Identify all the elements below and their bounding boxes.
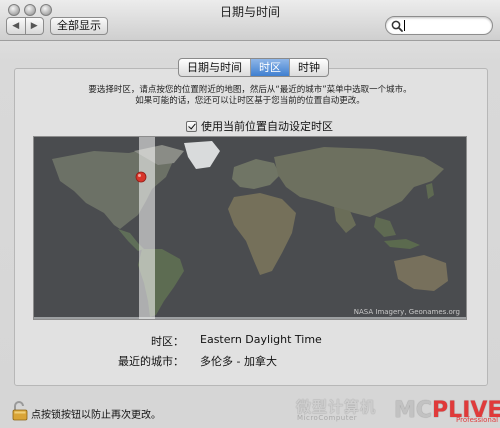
map-credit: NASA Imagery, Geonames.org [353, 308, 460, 316]
location-pin-icon [135, 171, 147, 188]
timezone-label: 时区： [151, 335, 184, 348]
auto-timezone-row[interactable]: 使用当前位置自动设定时区 [186, 118, 333, 134]
date-time-window: 日期与时间 ◀ ▶ 全部显示 日期与时间 时区 时钟 要选择时区，请点按您的位置… [0, 0, 500, 428]
text-cursor [404, 20, 405, 31]
watermark-professional: Professional [456, 416, 499, 424]
auto-timezone-checkbox[interactable] [186, 120, 197, 132]
forward-arrow-icon[interactable]: ▶ [26, 18, 44, 34]
back-arrow-icon[interactable]: ◀ [7, 18, 26, 34]
tab-clock[interactable]: 时钟 [290, 59, 328, 76]
publisher-watermark: 微型计算机 MicroComputer MCPLIVE Professional [296, 396, 500, 428]
watermark-english: MicroComputer [297, 414, 358, 422]
tab-time-zone[interactable]: 时区 [251, 59, 290, 76]
timezone-value: Eastern Daylight Time [200, 333, 322, 346]
tab-date-time[interactable]: 日期与时间 [179, 59, 251, 76]
closest-city-value[interactable]: 多伦多 - 加拿大 [200, 353, 277, 369]
instruction-line-2: 如果可能的话，您还可以让时区基于您当前的位置自动更改。 [135, 96, 365, 106]
search-field[interactable] [385, 16, 493, 35]
show-all-button[interactable]: 全部显示 [50, 17, 108, 35]
search-icon [391, 20, 403, 32]
lock-icon[interactable] [12, 401, 28, 421]
closest-city-label: 最近的城市： [118, 355, 184, 368]
lock-message: 点按锁按钮以防止再次更改。 [31, 410, 161, 421]
auto-timezone-label: 使用当前位置自动设定时区 [201, 120, 333, 133]
timezone-highlight-band [139, 137, 155, 319]
tab-bar: 日期与时间 时区 时钟 [178, 58, 329, 77]
instruction-line-1: 要选择时区，请点按您的位置附近的地图，然后从“最近的城市”菜单中选取一个城市。 [88, 85, 412, 95]
nav-buttons: ◀ ▶ [6, 17, 44, 35]
timezone-map[interactable]: NASA Imagery, Geonames.org [33, 136, 467, 320]
title-bar: 日期与时间 ◀ ▶ 全部显示 [0, 0, 500, 41]
world-map-graphic [34, 141, 466, 319]
